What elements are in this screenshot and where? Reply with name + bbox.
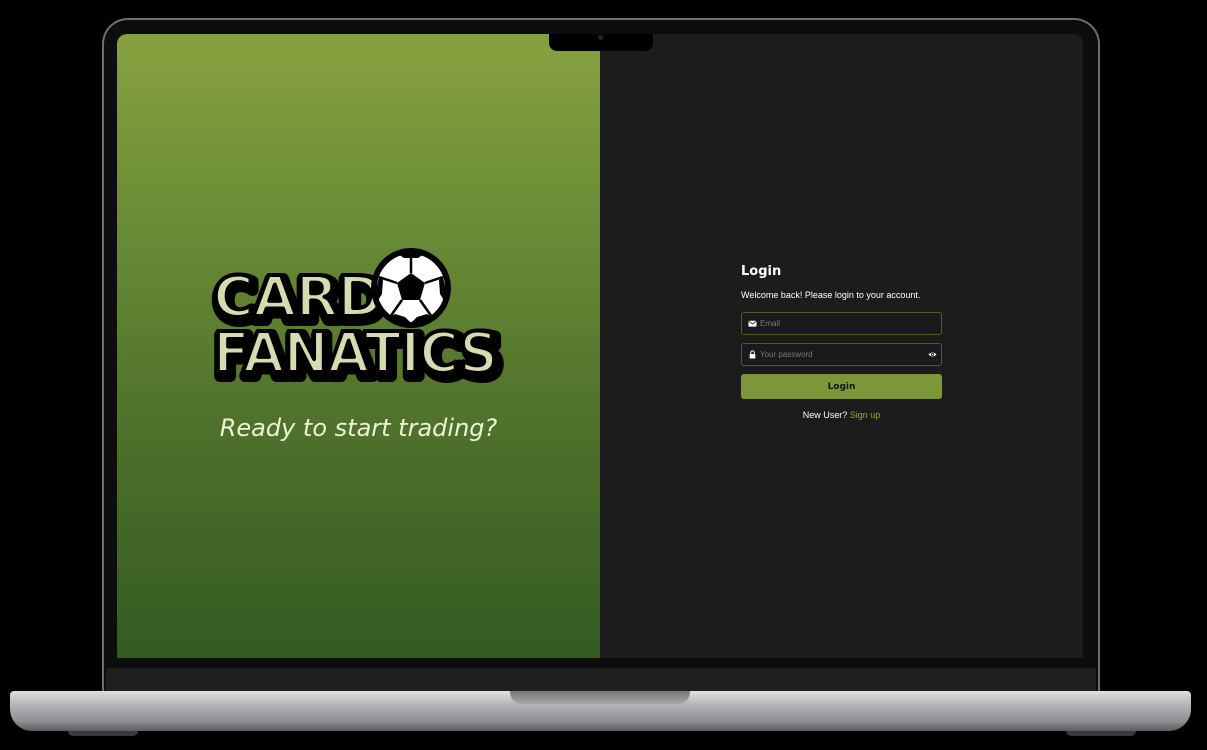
signup-prompt: New User? xyxy=(802,410,848,420)
brand-panel: CARD FANATICS CARD FANATICS Ready to sta… xyxy=(117,34,600,658)
password-field[interactable] xyxy=(741,343,942,366)
envelope-icon xyxy=(748,320,757,327)
eye-icon[interactable] xyxy=(928,350,937,359)
password-input[interactable] xyxy=(760,344,920,365)
login-form: Login Welcome back! Please login to your… xyxy=(741,264,942,420)
logo-line2: FANATICS xyxy=(213,321,497,386)
signup-row: New User? Sign up xyxy=(741,410,942,420)
login-panel: Login Welcome back! Please login to your… xyxy=(600,34,1083,658)
screen: CARD FANATICS CARD FANATICS Ready to sta… xyxy=(117,34,1083,658)
email-input[interactable] xyxy=(760,313,920,334)
camera-icon xyxy=(598,35,603,40)
laptop-chin xyxy=(106,668,1096,692)
lock-icon xyxy=(749,350,756,359)
login-subtitle: Welcome back! Please login to your accou… xyxy=(741,290,921,300)
laptop-base xyxy=(10,691,1191,731)
laptop-foot-right xyxy=(1066,731,1136,736)
card-fanatics-logo: CARD FANATICS CARD FANATICS xyxy=(211,248,505,386)
soccer-ball-icon xyxy=(371,248,451,328)
logo-wordmark: CARD FANATICS CARD FANATICS xyxy=(211,263,505,386)
login-button[interactable]: Login xyxy=(741,374,942,399)
laptop-foot-left xyxy=(68,731,138,736)
signup-link[interactable]: Sign up xyxy=(850,410,881,420)
laptop-base-notch xyxy=(510,691,690,704)
email-field[interactable] xyxy=(741,312,942,335)
login-title: Login xyxy=(741,264,782,279)
tagline: Ready to start trading? xyxy=(219,414,498,442)
camera-notch xyxy=(549,34,653,51)
